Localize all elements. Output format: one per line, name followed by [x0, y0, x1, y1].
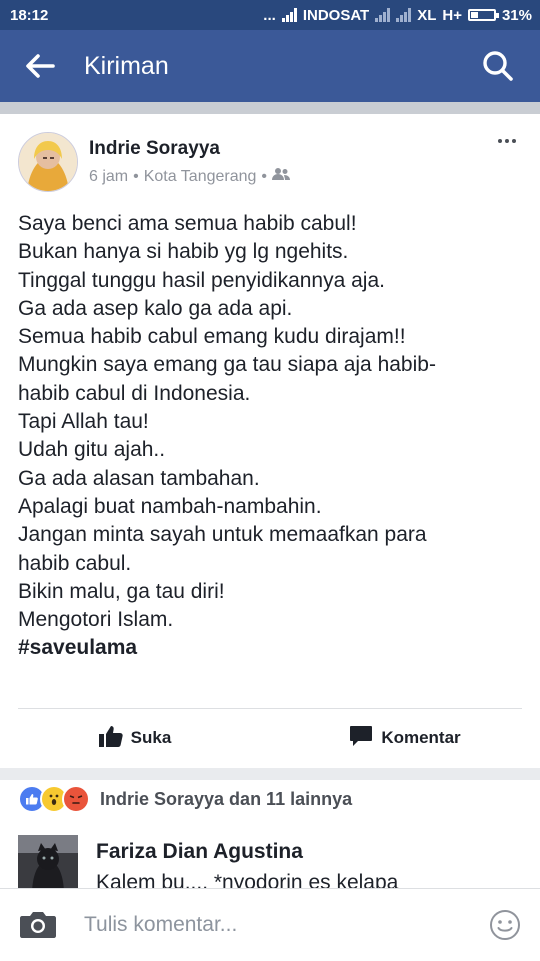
post-line: Mengotori Islam.	[18, 608, 174, 632]
post-actions: Suka Komentar	[0, 709, 540, 767]
comment-composer	[0, 888, 540, 961]
carrier-indosat: INDOSAT	[302, 6, 370, 24]
post-line: Semua habib cabul emang kudu dirajam!!	[18, 325, 406, 349]
post-location[interactable]: Kota Tangerang	[144, 168, 257, 186]
post-line: Bukan hanya si habib yg lg ngehits.	[18, 240, 349, 264]
comment-icon	[349, 725, 373, 752]
status-time: 18:12	[10, 6, 49, 24]
app-bar: Kiriman	[0, 30, 540, 102]
comment-text: Kalem bu.... *nyodorin es kelapa	[96, 871, 399, 888]
angry-reaction-icon	[62, 785, 90, 813]
search-icon[interactable]	[478, 46, 518, 86]
hashtag-link[interactable]: #saveulama	[18, 636, 137, 659]
signal-icon	[281, 8, 297, 22]
signal-icon	[375, 8, 391, 22]
post-body: Saya benci ama semua habib cabul! Bukan …	[18, 210, 528, 663]
post-line: Tapi Allah tau!	[18, 410, 149, 434]
comment-input[interactable]	[82, 912, 488, 938]
post-time[interactable]: 6 jam	[89, 168, 128, 186]
status-dots: ...	[263, 6, 276, 24]
post-line: Udah gitu ajah..	[18, 438, 166, 462]
post-line: Jangan minta sayah untuk memaafkan para	[18, 523, 427, 547]
reactions-row[interactable]: Indrie Sorayya dan 11 lainnya	[0, 780, 540, 818]
commenter-name[interactable]: Fariza Dian Agustina	[96, 840, 303, 864]
reactions-summary[interactable]: Indrie Sorayya dan 11 lainnya	[100, 789, 352, 810]
friends-icon	[272, 167, 291, 186]
comment-button[interactable]: Komentar	[270, 709, 540, 767]
like-button[interactable]: Suka	[0, 709, 270, 767]
post-meta: 6 jam • Kota Tangerang •	[89, 167, 291, 186]
commenter-avatar[interactable]	[18, 835, 78, 888]
network-type: H+	[442, 6, 462, 24]
post-author[interactable]: Indrie Sorayya	[89, 138, 220, 160]
camera-icon[interactable]	[18, 905, 58, 945]
comment-label: Komentar	[381, 728, 461, 747]
post-line: Ga ada alasan tambahan.	[18, 466, 260, 490]
post-line: Tinggal tunggu hasil penyidikannya aja.	[18, 268, 385, 292]
more-dots-icon[interactable]	[496, 130, 518, 152]
battery-icon	[467, 9, 499, 21]
meta-separator: •	[261, 167, 268, 185]
divider	[0, 102, 540, 114]
thumbs-up-icon	[98, 725, 123, 752]
post-line: Ga ada asep kalo ga ada api.	[18, 296, 293, 320]
status-icons: ... INDOSAT XL H+ 31%	[263, 7, 532, 24]
like-label: Suka	[130, 728, 172, 747]
author-avatar[interactable]	[18, 132, 78, 192]
post-line: habib cabul di Indonesia.	[18, 381, 251, 405]
arrow-left-icon[interactable]	[22, 48, 58, 84]
battery-percent: 31%	[501, 6, 532, 24]
reaction-icons	[18, 785, 90, 813]
post-line: habib cabul.	[18, 551, 132, 575]
post-line: Bikin malu, ga tau diri!	[18, 579, 225, 603]
post-line: Saya benci ama semua habib cabul!	[18, 212, 357, 235]
carrier-xl: XL	[417, 6, 437, 24]
post-card: Indrie Sorayya 6 jam • Kota Tangerang • …	[0, 114, 540, 768]
post-line: Mungkin saya emang ga tau siapa aja habi…	[18, 353, 436, 377]
meta-separator: •	[133, 167, 139, 185]
emoji-icon[interactable]	[488, 908, 522, 942]
comment-preview: Fariza Dian Agustina Kalem bu.... *nyodo…	[0, 818, 540, 888]
post-line: Apalagi buat nambah-nambahin.	[18, 494, 322, 518]
page-title: Kiriman	[84, 51, 169, 80]
status-bar: 18:12 ... INDOSAT XL H+ 31%	[0, 0, 540, 30]
signal-icon	[396, 8, 412, 22]
